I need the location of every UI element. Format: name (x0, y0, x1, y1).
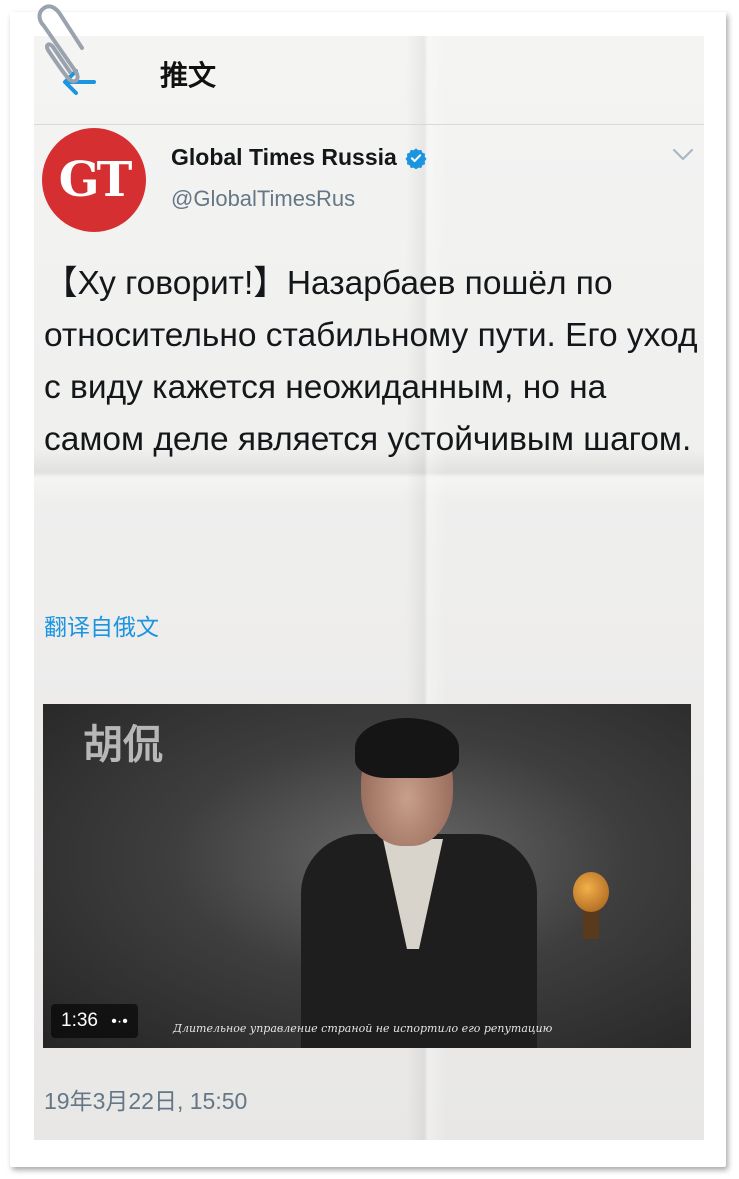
tweet-screen: 推文 GT Global Times Russia @GlobalTimesRu… (34, 36, 704, 1140)
user-handle[interactable]: @GlobalTimesRus (171, 186, 355, 212)
video-subtitle: Длительное управление страной не испорти… (173, 1022, 553, 1035)
video-duration: 1:36 (61, 1010, 98, 1031)
page-title: 推文 (160, 59, 217, 92)
video-person-hair (355, 718, 459, 778)
tweet-text: 【Ху говорит!】Назарбаев пошёл по относите… (44, 265, 698, 458)
chevron-down-icon[interactable] (672, 148, 694, 162)
paperclip-icon (37, 4, 84, 84)
video-overlay-title: 胡侃 (83, 722, 163, 768)
video-duration-badge: 1:36 •·• (51, 1004, 138, 1038)
verified-badge-icon (405, 147, 427, 169)
translate-link[interactable]: 翻译自俄文 (44, 608, 159, 642)
avatar-logo-text: GT (58, 152, 133, 208)
top-bar: 推文 (34, 36, 704, 125)
video-lamp-stand (583, 909, 599, 939)
video-player[interactable]: 胡侃 1:36 •·• Длительное управление страно… (43, 704, 691, 1048)
dots-icon: •·• (111, 1013, 128, 1030)
avatar[interactable]: GT (42, 128, 146, 232)
author-name-row[interactable]: Global Times Russia (171, 144, 427, 171)
display-name[interactable]: Global Times Russia (171, 144, 397, 171)
tweet-timestamp[interactable]: 19年3月22日, 15:50 (44, 1082, 247, 1116)
video-lamp-globe (573, 872, 609, 912)
